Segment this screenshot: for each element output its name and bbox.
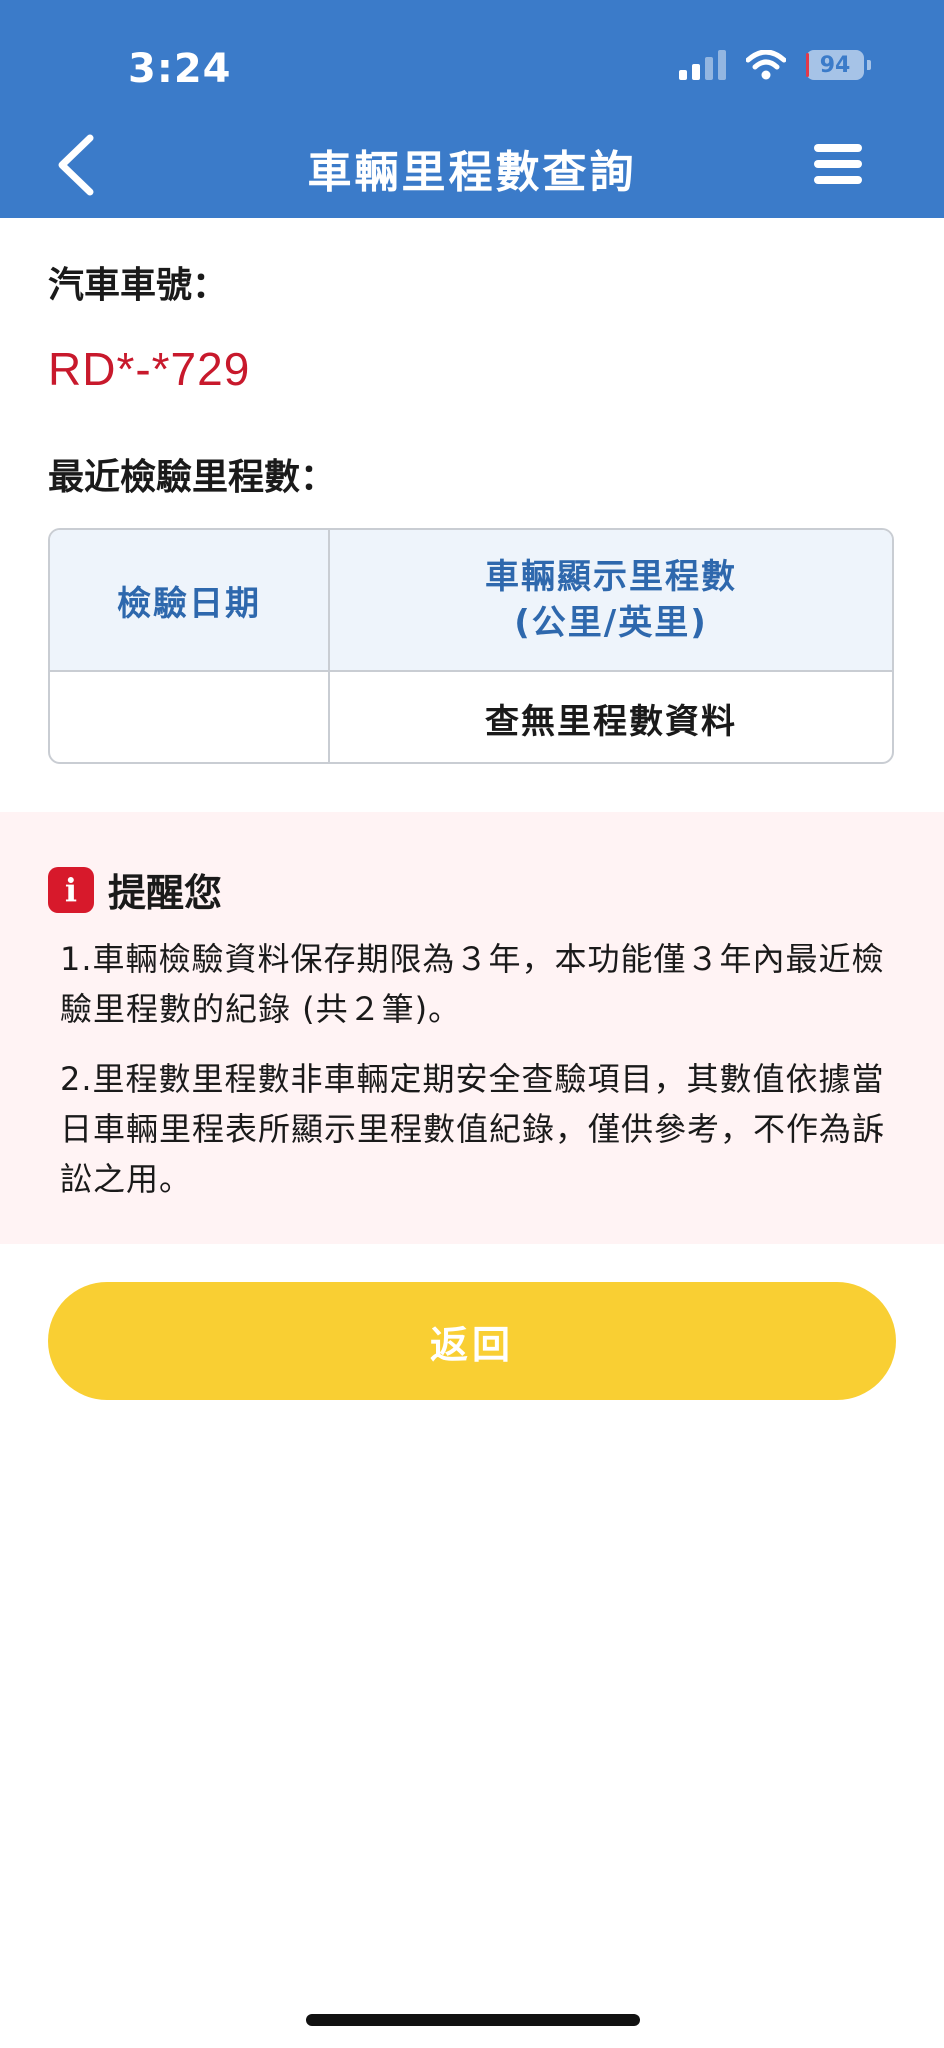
mileage-section-label: 最近檢驗里程數： (48, 457, 337, 498)
status-icons: 94 (679, 50, 871, 80)
page-title: 車輛里程數查詢 (307, 147, 637, 198)
status-time: 3:24 (128, 46, 232, 92)
return-button[interactable]: 返回 (48, 1282, 896, 1400)
header-inspection-date: 檢驗日期 (50, 530, 330, 670)
reminder-note-1: 1.車輛檢驗資料保存期限為３年，本功能僅３年內最近檢驗里程數的紀錄 (共２筆)。 (60, 940, 885, 1028)
info-icon: i (48, 866, 94, 913)
hamburger-icon (814, 144, 862, 152)
reminder-note-2: 2.里程數里程數非車輛定期安全查驗項目，其數值依據當日車輛里程表所顯示里程數值紀… (60, 1060, 886, 1198)
menu-button[interactable] (814, 144, 862, 184)
wifi-icon (746, 50, 786, 80)
header-displayed-mileage: 車輛顯示里程數 (公里/英里) (330, 530, 892, 670)
battery-icon: 94 (806, 50, 871, 80)
cell-inspection-date (50, 672, 330, 762)
plate-number: RD*-*729 (48, 343, 251, 395)
header-mileage-title: 車輛顯示里程數 (485, 557, 737, 597)
app-header: 3:24 94 車輛里程數查詢 (0, 0, 944, 218)
table-header: 檢驗日期 車輛顯示里程數 (公里/英里) (50, 530, 892, 672)
reminder-header: i 提醒您 (48, 862, 222, 917)
plate-label: 汽車車號： (48, 265, 229, 306)
header-mileage-unit: (公里/英里) (514, 603, 708, 643)
battery-level: 94 (819, 52, 851, 78)
reminder-title: 提醒您 (108, 871, 223, 915)
mileage-table: 檢驗日期 車輛顯示里程數 (公里/英里) 查無里程數資料 (48, 528, 894, 764)
table-row: 查無里程數資料 (50, 672, 892, 762)
cell-no-data: 查無里程數資料 (485, 701, 737, 742)
reminder-panel: i 提醒您 1.車輛檢驗資料保存期限為３年，本功能僅３年內最近檢驗里程數的紀錄 … (0, 812, 944, 1244)
home-indicator (306, 2014, 640, 2026)
cellular-signal-icon (679, 50, 726, 80)
